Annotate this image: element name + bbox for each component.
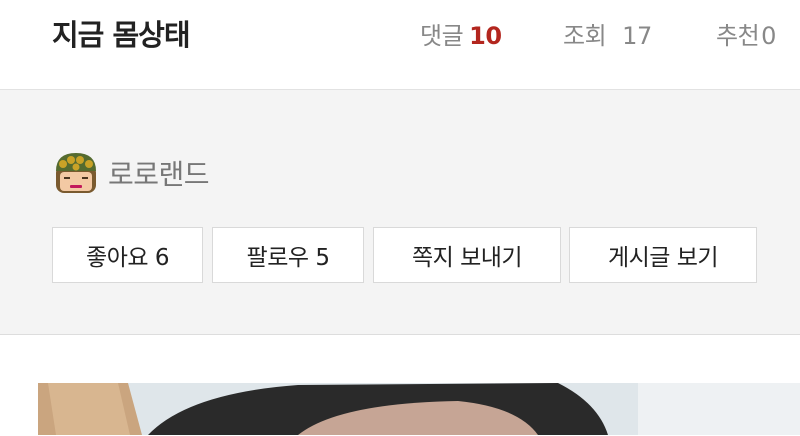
post-image <box>38 383 800 435</box>
comment-count: 10 <box>469 22 502 50</box>
comment-stat[interactable]: 댓글 10 <box>420 16 502 51</box>
author-box: 로로랜드 좋아요 6 팔로우 5 쪽지 보내기 게시글 보기 <box>0 90 800 335</box>
recommend-stat: 추천 0 <box>716 16 776 51</box>
author-info[interactable]: 로로랜드 <box>52 149 210 197</box>
soldier-face-avatar-icon[interactable] <box>52 149 100 197</box>
post-title: 지금 몸상태 <box>52 18 190 52</box>
author-nickname[interactable]: 로로랜드 <box>108 153 210 193</box>
follow-button[interactable]: 팔로우 5 <box>212 227 364 283</box>
post-body <box>0 335 800 435</box>
view-label: 조회 <box>563 22 607 50</box>
send-message-button[interactable]: 쪽지 보내기 <box>373 227 561 283</box>
recommend-count: 0 <box>761 22 776 50</box>
post-header: 지금 몸상태 댓글 10 조회 17 추천 0 <box>0 0 800 90</box>
view-count: 17 <box>622 22 652 50</box>
like-button[interactable]: 좋아요 6 <box>52 227 203 283</box>
view-stat: 조회 17 <box>563 16 652 51</box>
view-posts-button[interactable]: 게시글 보기 <box>569 227 757 283</box>
comment-label: 댓글 <box>420 22 464 50</box>
recommend-label: 추천 <box>716 22 760 50</box>
